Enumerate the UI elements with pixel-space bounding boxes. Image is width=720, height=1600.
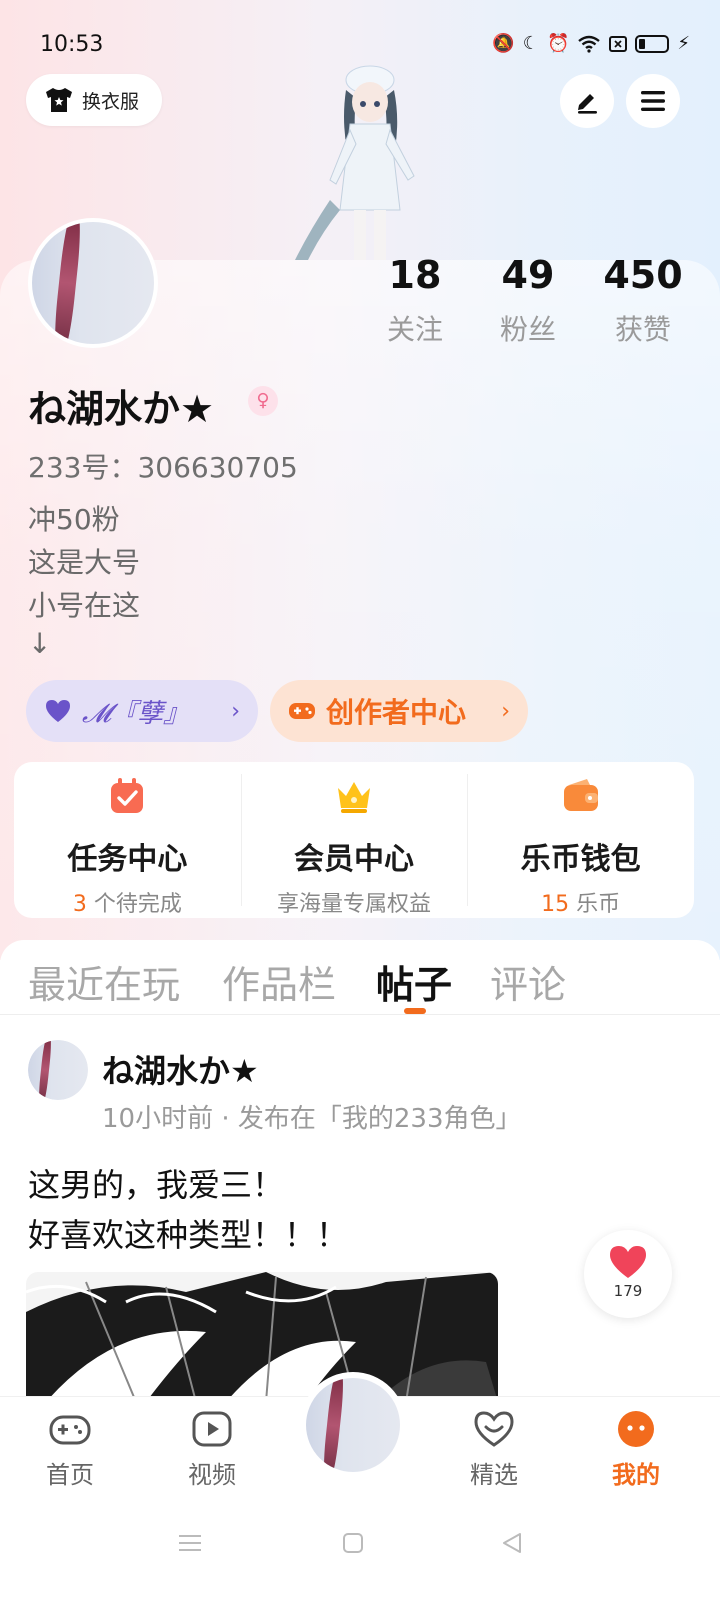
post-meta[interactable]: 10小时前 · 发布在「我的233角色」 <box>102 1098 522 1135</box>
account-id[interactable]: 233号：306630705 <box>28 446 298 486</box>
bio-line: 这是大号 <box>28 546 141 579</box>
profile-avatar[interactable] <box>28 218 158 348</box>
creator-center-label: 创作者中心 <box>326 696 467 729</box>
change-outfit-button[interactable]: 换衣服 <box>26 74 162 126</box>
creator-center-button[interactable]: 创作者中心 › <box>270 680 528 742</box>
avatar-image <box>32 222 154 344</box>
status-time: 10:53 <box>40 32 104 57</box>
tab-recently-played[interactable]: 最近在玩 <box>28 954 180 1009</box>
status-icons: 🔕 ☾ ⏰ ⚡ <box>492 32 690 56</box>
task-sub-text: 个待完成 <box>86 892 182 917</box>
stat-following[interactable]: 18 关注 <box>360 252 470 348</box>
bio-line: 冲50粉 <box>28 503 120 536</box>
guild-name: 𝓜『孽』 <box>82 698 190 729</box>
guild-badge-button[interactable]: 𝓜『孽』 › <box>26 680 258 742</box>
system-navigation-bar <box>0 1500 720 1600</box>
wallet-icon <box>563 779 598 811</box>
divider <box>0 1014 720 1015</box>
avatar-image <box>306 1378 400 1472</box>
like-count: 179 <box>613 1282 643 1300</box>
coin-wallet-title: 乐币钱包 <box>520 842 641 877</box>
recent-apps-icon[interactable] <box>178 1532 202 1554</box>
task-center-sub: 3 个待完成 <box>14 886 241 918</box>
charging-icon: ⚡ <box>677 33 690 54</box>
nav-home[interactable]: 首页 <box>20 1409 120 1490</box>
chevron-right-icon: › <box>231 698 240 724</box>
task-count: 3 <box>72 892 87 917</box>
chevron-right-icon: › <box>501 698 510 724</box>
menu-button[interactable] <box>626 74 680 128</box>
heart-chat-icon <box>474 1411 514 1447</box>
feature-cards: 任务中心 3 个待完成 会员中心 享海量专属权益 乐币钱包 15 乐币 <box>14 762 694 918</box>
post-text-line: 这男的，我爱三！ <box>28 1166 285 1204</box>
avatar-image <box>28 1040 88 1100</box>
post-author-avatar[interactable] <box>28 1040 88 1100</box>
fans-label: 粉丝 <box>499 313 556 346</box>
heart-icon <box>46 700 70 722</box>
alarm-icon: ⏰ <box>546 33 570 54</box>
likes-label: 获赞 <box>614 313 671 346</box>
avatar-character-figure[interactable] <box>290 60 440 260</box>
task-center-card[interactable]: 任务中心 3 个待完成 <box>14 762 241 918</box>
tshirt-icon <box>46 88 72 112</box>
battery-icon <box>635 35 670 53</box>
mute-bell-icon: 🔕 <box>492 33 515 54</box>
like-button[interactable]: 179 <box>584 1230 672 1318</box>
coin-wallet-card[interactable]: 乐币钱包 15 乐币 <box>467 762 694 918</box>
moon-icon: ☾ <box>522 33 539 54</box>
post-author-name[interactable]: ね湖水か★ <box>102 1046 259 1092</box>
coin-sub-text: 乐币 <box>569 892 621 917</box>
gamepad-icon <box>289 703 315 719</box>
pencil-icon <box>578 94 597 114</box>
nav-video[interactable]: 视频 <box>162 1409 262 1490</box>
stat-likes[interactable]: 450 获赞 <box>588 252 698 348</box>
back-triangle-icon[interactable] <box>500 1532 524 1554</box>
vip-center-card[interactable]: 会员中心 享海量专属权益 <box>240 762 468 918</box>
hamburger-menu-icon <box>641 91 665 111</box>
fans-count: 49 <box>501 253 555 297</box>
nav-featured-label: 精选 <box>470 1461 518 1489</box>
bio-line: ↓ <box>28 627 52 660</box>
nav-video-label: 视频 <box>188 1461 236 1489</box>
post-image[interactable] <box>26 1272 498 1402</box>
screen-icon <box>609 36 628 52</box>
nav-me-label: 我的 <box>612 1461 660 1489</box>
coin-wallet-sub: 15 乐币 <box>467 886 694 918</box>
stat-fans[interactable]: 49 粉丝 <box>473 252 583 348</box>
manga-illustration <box>26 1272 498 1402</box>
heart-icon <box>610 1246 646 1278</box>
nav-home-label: 首页 <box>46 1461 94 1489</box>
tab-comments[interactable]: 评论 <box>490 954 566 1009</box>
vip-center-sub: 享海量专属权益 <box>277 892 432 917</box>
coin-count: 15 <box>541 892 570 917</box>
crown-icon <box>338 782 370 813</box>
female-gender-icon: ♀ <box>248 386 278 416</box>
wifi-icon <box>578 35 601 53</box>
following-label: 关注 <box>386 313 443 346</box>
calendar-check-icon <box>111 778 144 813</box>
me-face-icon <box>618 1411 654 1447</box>
nav-avatar-button[interactable] <box>300 1372 406 1478</box>
change-outfit-label: 换衣服 <box>82 90 140 113</box>
gamepad-icon <box>49 1415 91 1445</box>
following-count: 18 <box>388 253 442 297</box>
tab-posts[interactable]: 帖子 <box>376 954 452 1009</box>
nav-me[interactable]: 我的 <box>586 1409 686 1490</box>
bio-line: 小号在这 <box>28 589 141 622</box>
likes-count: 450 <box>603 253 683 297</box>
vip-center-title: 会员中心 <box>294 842 414 877</box>
task-center-title: 任务中心 <box>67 842 188 877</box>
post-text-line: 好喜欢这种类型！！！ <box>28 1216 349 1254</box>
edit-profile-button[interactable] <box>560 74 614 128</box>
video-play-icon <box>192 1411 232 1447</box>
tab-works[interactable]: 作品栏 <box>222 954 336 1009</box>
home-square-icon[interactable] <box>342 1532 364 1554</box>
username: ね湖水か★ <box>28 387 215 431</box>
nav-featured[interactable]: 精选 <box>444 1409 544 1490</box>
